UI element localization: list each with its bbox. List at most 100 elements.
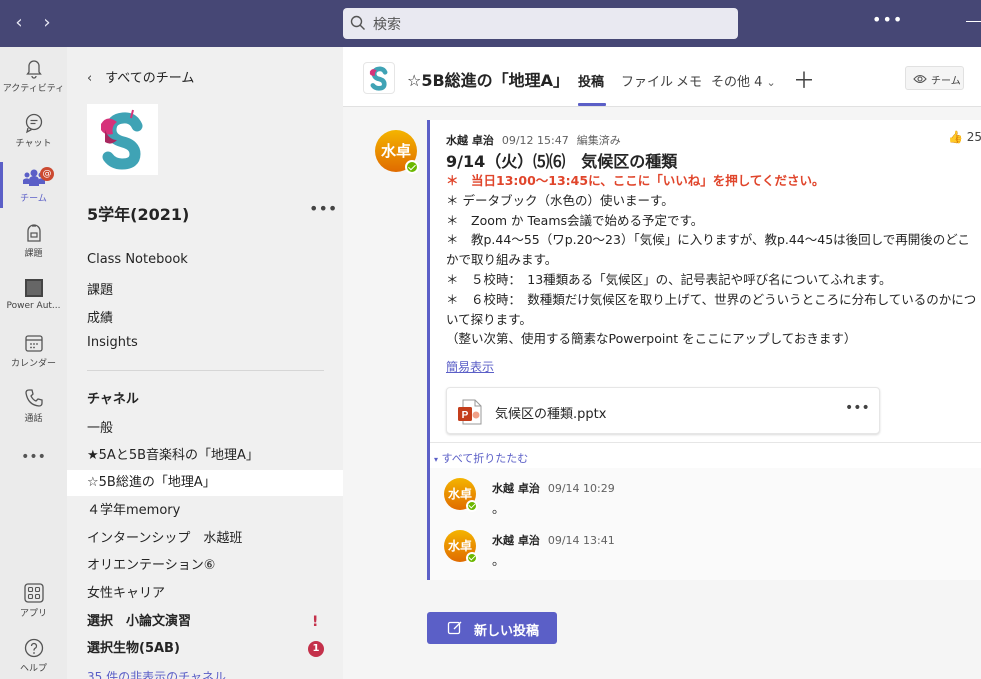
minimize-icon[interactable]	[966, 21, 981, 22]
channels-heading: チャネル	[87, 392, 139, 407]
channel-label: 選択 小論文演習	[87, 614, 192, 629]
like-count: 25	[966, 130, 981, 144]
post-line: ＊ ５校時： 13種類ある「気候区」の、記号表記や呼び名についてふれます。	[446, 271, 892, 287]
rail-apps[interactable]: アプリ	[0, 582, 67, 634]
new-post-button[interactable]: 新しい投稿	[427, 612, 557, 644]
compact-view-link[interactable]: 簡易表示	[446, 358, 494, 375]
grades-link[interactable]: 成績	[87, 307, 113, 326]
rail-label: チャット	[15, 139, 52, 149]
rail-label: Power Aut...	[6, 301, 61, 311]
post-card: 水越 卓治 09/12 15:47 編集済み 👍 25 9/14（火）⑸⑹ 気候区の…	[427, 120, 981, 580]
reply-timestamp: 09/14 10:29	[547, 482, 615, 495]
reply-author[interactable]: 水越 卓治	[492, 534, 540, 547]
rail-activity[interactable]: アクティビティ	[0, 57, 67, 109]
search-box[interactable]: 検索	[343, 8, 738, 39]
rail-calendar[interactable]: カレンダー	[0, 332, 67, 384]
channel-main: ☆5B総進の「地理A」 投稿 ファイル メモ その他 4 ⌄ ＋ チーム 水卓 …	[343, 47, 981, 679]
reply-author[interactable]: 水越 卓治	[492, 482, 540, 495]
tab-files[interactable]: ファイル	[621, 71, 673, 90]
rail-chat[interactable]: チャット	[0, 112, 67, 164]
channel-item[interactable]: ★5Aと5B音楽科の「地理A」	[67, 443, 343, 469]
power-automate-icon	[24, 279, 43, 297]
attachment-more-button[interactable]: •••	[845, 400, 870, 416]
post-body: ＊ 当日13:00～13:45に、ここに「いいね」を押してください。 ＊ データ…	[446, 171, 981, 349]
team-button-label: チーム	[931, 76, 961, 87]
channel-item-active[interactable]: ☆5B総進の「地理A」	[67, 470, 343, 496]
chat-icon	[25, 113, 42, 134]
avatar[interactable]: 水卓	[375, 130, 419, 174]
tab-more-label: その他 4	[711, 75, 763, 90]
assignments-link[interactable]: 課題	[87, 279, 113, 298]
all-teams-link[interactable]: ‹ すべてのチーム	[87, 67, 194, 86]
team-button[interactable]: チーム	[905, 66, 964, 90]
channel-item[interactable]: ４学年memory	[67, 498, 343, 524]
add-tab-button[interactable]: ＋	[793, 63, 815, 95]
avatar[interactable]: 水卓	[444, 530, 478, 564]
phone-icon	[24, 389, 43, 407]
tab-notes[interactable]: メモ	[676, 71, 702, 90]
edited-label: 編集済み	[576, 134, 621, 147]
presence-available-icon	[405, 160, 419, 174]
rail-label: アクティビティ	[2, 84, 65, 94]
channel-item-unread[interactable]: 選択生物(5AB) 1	[67, 636, 343, 662]
help-icon	[24, 638, 43, 658]
back-arrow-icon[interactable]: ‹	[10, 12, 28, 34]
title-bar: ‹ › 検索 •••	[0, 0, 981, 47]
presence-available-icon	[466, 500, 478, 512]
search-icon	[350, 15, 365, 30]
unread-badge: 1	[308, 641, 324, 657]
tab-more[interactable]: その他 4 ⌄	[711, 71, 776, 90]
avatar[interactable]: 水卓	[444, 478, 478, 512]
rail-label: チーム	[20, 194, 47, 204]
channel-label: 選択生物(5AB)	[87, 641, 180, 656]
rail-assignments[interactable]: 課題	[0, 222, 67, 274]
insights-link[interactable]: Insights	[87, 335, 138, 350]
chevron-down-icon: ⌄	[766, 76, 776, 89]
post-author[interactable]: 水越 卓治	[446, 134, 494, 147]
like-reaction[interactable]: 👍 25	[948, 130, 981, 144]
hidden-channels-link[interactable]: 35 件の非表示のチャネル	[87, 668, 226, 679]
eye-icon	[913, 74, 927, 84]
presence-available-icon	[466, 552, 478, 564]
forward-arrow-icon[interactable]: ›	[38, 12, 56, 34]
channel-item[interactable]: オリエンテーション⑥	[67, 553, 343, 579]
apps-icon	[23, 583, 44, 603]
rail-label: アプリ	[19, 609, 47, 619]
tab-posts[interactable]: 投稿	[578, 71, 604, 90]
class-notebook-link[interactable]: Class Notebook	[87, 252, 188, 267]
all-teams-label: すべてのチーム	[105, 71, 195, 86]
rail-calls[interactable]: 通話	[0, 387, 67, 439]
rail-teams[interactable]: @ チーム	[0, 167, 67, 219]
post-line-emphasis: ＊ 当日13:00～13:45に、ここに「いいね」を押してください。	[446, 173, 825, 188]
post-line: ＊ データブック（水色の）使いまーす。	[446, 192, 674, 208]
collapse-all-link[interactable]: ▾ すべて折りたたむ	[434, 450, 528, 466]
chevron-down-icon: ▾	[434, 455, 439, 464]
team-panel: ‹ すべてのチーム 5学年(2021) ••• Class Notebook 課…	[67, 47, 343, 679]
svg-text:P: P	[462, 410, 469, 421]
post-title: 9/14（火）⑸⑹ 気候区の種類	[446, 152, 678, 171]
important-alert-icon: !	[312, 614, 319, 630]
divider	[87, 370, 324, 371]
replies: 水卓 水越 卓治 09/14 10:29 。 水卓 水越 卓治 09/14 13:4…	[430, 468, 981, 580]
post-line: ＊ Zoom か Teams会議で始める予定です。	[446, 212, 704, 228]
channel-item-unread[interactable]: 選択 小論文演習 !	[67, 609, 343, 635]
divider	[430, 442, 981, 443]
rail-power-automate[interactable]: Power Aut...	[0, 277, 67, 329]
new-post-label: 新しい投稿	[474, 624, 540, 639]
calendar-icon	[24, 335, 43, 352]
channel-item[interactable]: インターンシップ 水越班	[67, 526, 343, 552]
avatar-initials: 水卓	[380, 142, 411, 160]
attachment-card[interactable]: P 気候区の種類.pptx •••	[446, 387, 880, 434]
team-logo-icon	[369, 66, 388, 91]
post-line: ＊ ６校時： 数種類だけ気候区を取り上げて、世界のどういうところに分布しているの…	[446, 291, 977, 327]
channel-item[interactable]: 一般	[67, 416, 343, 442]
rail-label: 課題	[24, 249, 43, 259]
team-more-button[interactable]: •••	[309, 199, 337, 218]
channel-item[interactable]: 女性キャリア	[67, 581, 343, 607]
rail-help[interactable]: ヘルプ	[0, 637, 67, 679]
more-apps-icon: •••	[21, 449, 46, 465]
reply-meta: 水越 卓治 09/14 10:29	[492, 480, 615, 496]
settings-more-button[interactable]: •••	[872, 10, 903, 29]
rail-label: ヘルプ	[19, 664, 47, 674]
rail-more-apps[interactable]: •••	[0, 447, 67, 499]
